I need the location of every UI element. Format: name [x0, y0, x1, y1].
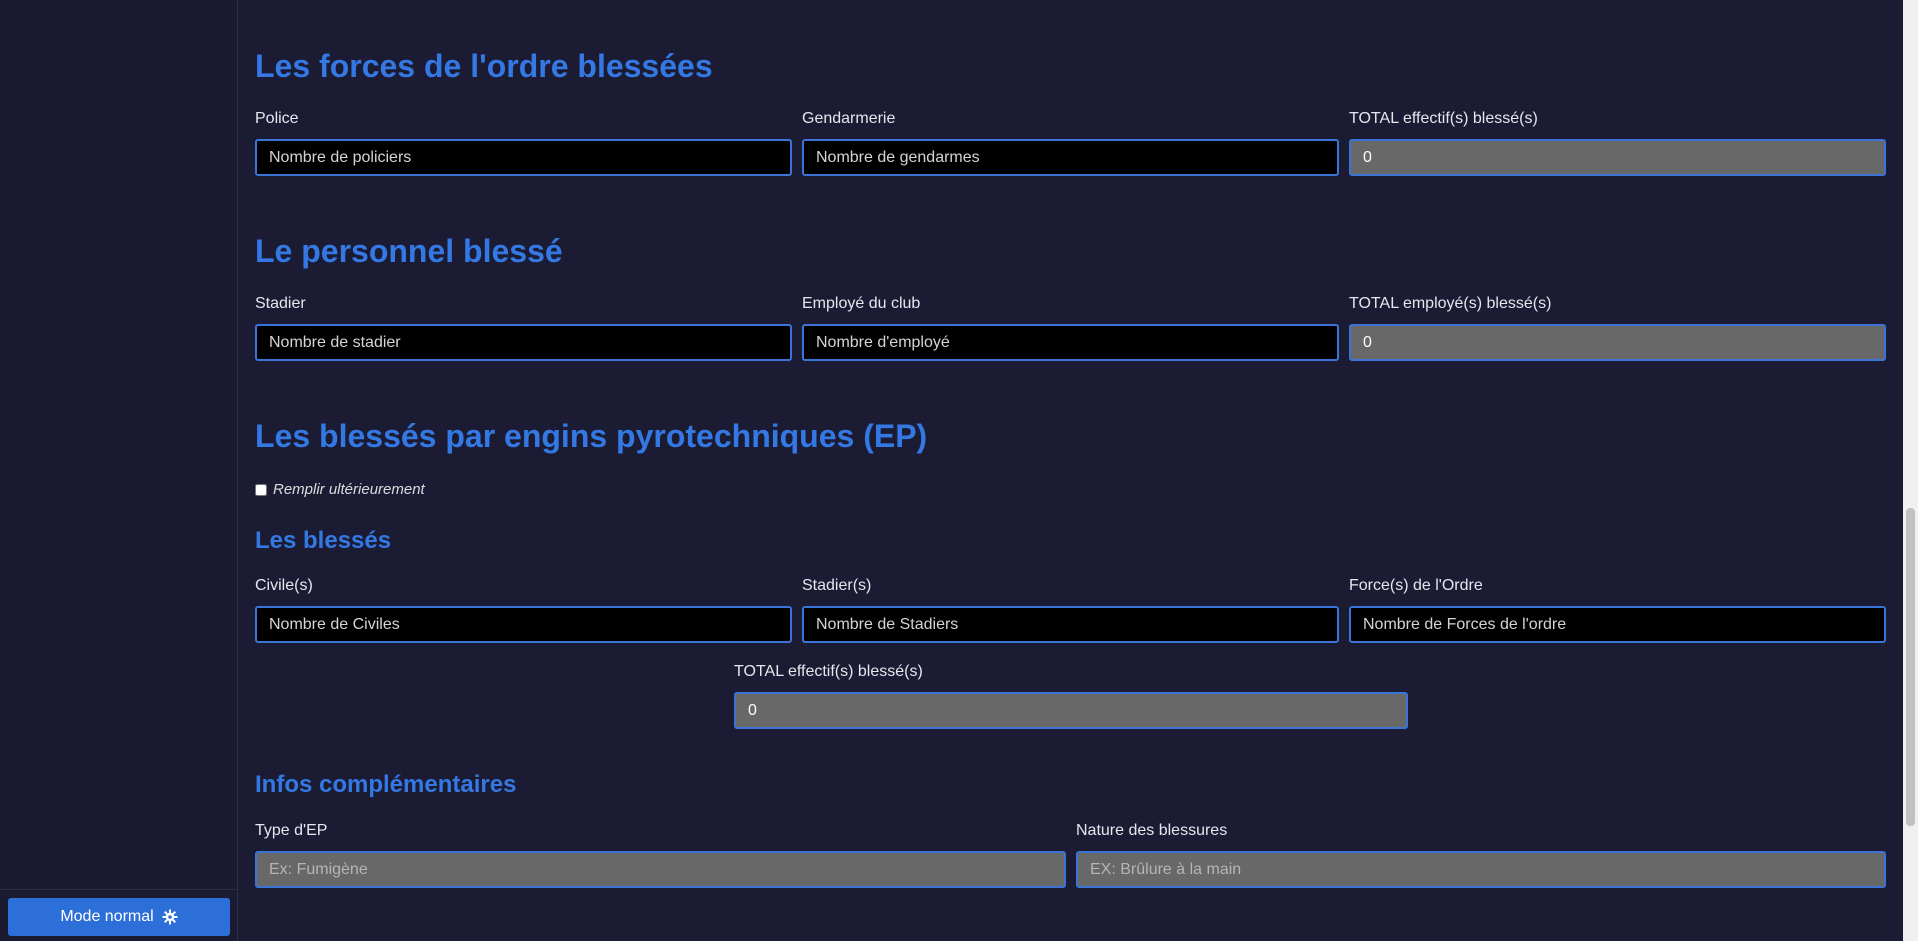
- mode-button-label: Mode normal: [60, 908, 154, 925]
- stadiers-label: Stadier(s): [802, 577, 872, 594]
- subsection-title-infos: Infos complémentaires: [255, 771, 517, 798]
- gendarmerie-label: Gendarmerie: [802, 110, 896, 127]
- forces-total-label: TOTAL effectif(s) blessé(s): [1349, 110, 1538, 127]
- personnel-total-field: [1349, 324, 1886, 361]
- gear-icon: [162, 909, 178, 925]
- civiles-label: Civile(s): [255, 577, 313, 594]
- ep-total-label: TOTAL effectif(s) blessé(s): [734, 663, 923, 680]
- fill-later-row: Remplir ultérieurement: [255, 481, 425, 498]
- stadier-input[interactable]: [255, 324, 792, 361]
- forces-total-field: [1349, 139, 1886, 176]
- section-title-ep: Les blessés par engins pyrotechniques (E…: [255, 418, 928, 454]
- section-title-personnel: Le personnel blessé: [255, 233, 563, 269]
- fill-later-checkbox[interactable]: [255, 483, 267, 496]
- personnel-total-label: TOTAL employé(s) blessé(s): [1349, 295, 1552, 312]
- police-input[interactable]: [255, 139, 792, 176]
- stadiers-input[interactable]: [802, 606, 1339, 643]
- ep-total-field: [734, 692, 1408, 729]
- mode-toggle-button[interactable]: Mode normal: [8, 898, 230, 936]
- gendarmerie-input[interactable]: [802, 139, 1339, 176]
- police-label: Police: [255, 110, 299, 127]
- employe-label: Employé du club: [802, 295, 921, 312]
- sidebar-footer: Mode normal: [0, 889, 238, 941]
- page-scrollbar[interactable]: [1903, 0, 1918, 941]
- forces-ordre-input[interactable]: [1349, 606, 1886, 643]
- civiles-input[interactable]: [255, 606, 792, 643]
- subsection-title-blesses: Les blessés: [255, 527, 392, 554]
- nature-blessures-input[interactable]: [1076, 851, 1886, 888]
- main-form: Les forces de l'ordre blessées Police Ge…: [255, 0, 1887, 941]
- scrollbar-thumb[interactable]: [1906, 508, 1915, 826]
- stadier-label: Stadier: [255, 295, 306, 312]
- type-ep-label: Type d'EP: [255, 822, 328, 839]
- fill-later-label: Remplir ultérieurement: [273, 481, 425, 498]
- section-title-forces: Les forces de l'ordre blessées: [255, 48, 713, 84]
- forces-ordre-label: Force(s) de l'Ordre: [1349, 577, 1483, 594]
- sidebar: Mode normal: [0, 0, 238, 941]
- nature-blessures-label: Nature des blessures: [1076, 822, 1228, 839]
- type-ep-input[interactable]: [255, 851, 1066, 888]
- employe-input[interactable]: [802, 324, 1339, 361]
